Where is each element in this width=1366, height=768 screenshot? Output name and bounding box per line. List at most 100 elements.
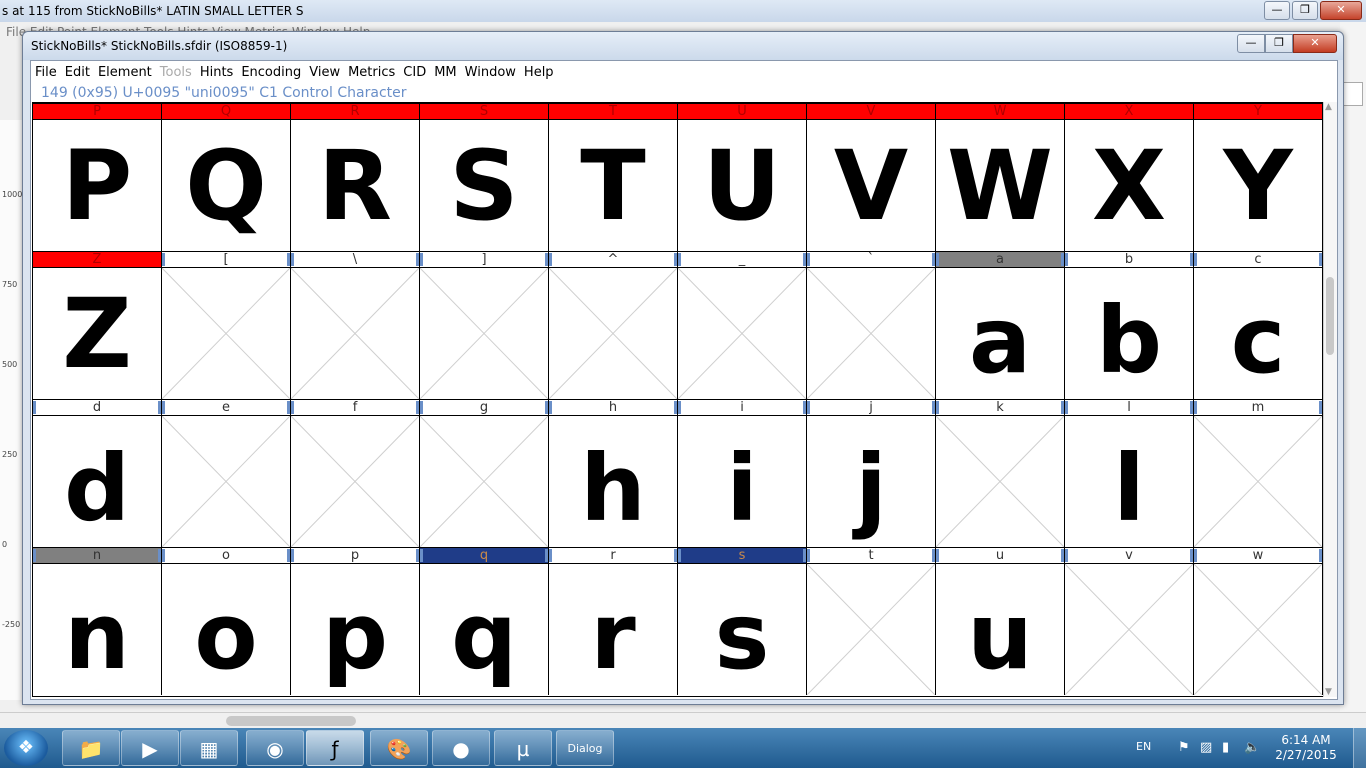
glyph-cell[interactable]: qq — [420, 547, 549, 695]
glyph-cell[interactable]: RR — [291, 103, 420, 251]
menu-hints[interactable]: Hints — [196, 61, 238, 85]
glyph-cell[interactable]: e — [162, 399, 291, 547]
glyph-preview: q — [451, 583, 517, 690]
glyph-cell[interactable]: f — [291, 399, 420, 547]
glyph-label: n — [33, 547, 161, 564]
minimize-button[interactable]: — — [1237, 34, 1265, 53]
menu-window[interactable]: Window — [461, 61, 520, 85]
glyph-cell[interactable]: k — [936, 399, 1065, 547]
glyph-cell[interactable]: nn — [33, 547, 162, 695]
font-view-window: StickNoBills* StickNoBills.sfdir (ISO885… — [22, 31, 1344, 705]
network-icon[interactable]: ▨ — [1200, 740, 1212, 755]
close-button[interactable]: ✕ — [1293, 34, 1337, 53]
glyph-preview: n — [64, 583, 130, 690]
menu-bar: File Edit Element Tools Hints Encoding V… — [31, 61, 1337, 85]
glyph-label: \ — [291, 251, 419, 268]
paint-icon[interactable]: 🎨 — [370, 730, 428, 766]
clock[interactable]: 6:14 AM 2/27/2015 — [1266, 733, 1346, 763]
glyph-cell[interactable]: PP — [33, 103, 162, 251]
vertical-scrollbar[interactable]: ▲ ▼ — [1323, 102, 1337, 697]
minimize-button[interactable]: — — [1264, 1, 1290, 20]
font-window-titlebar[interactable]: StickNoBills* StickNoBills.sfdir (ISO885… — [23, 32, 1343, 60]
menu-element[interactable]: Element — [94, 61, 156, 85]
glyph-cell[interactable]: ^ — [549, 251, 678, 399]
scroll-down-arrow[interactable]: ▼ — [1325, 687, 1332, 697]
menu-cid[interactable]: CID — [399, 61, 430, 85]
glyph-preview: u — [967, 583, 1033, 690]
glyph-cell[interactable]: dd — [33, 399, 162, 547]
glyph-cell[interactable]: _ — [678, 251, 807, 399]
menu-encoding[interactable]: Encoding — [237, 61, 305, 85]
battery-icon[interactable]: ▮ — [1222, 740, 1229, 755]
horizontal-scroll-thumb[interactable] — [226, 716, 356, 726]
start-button[interactable]: ❖ — [4, 730, 48, 766]
volume-icon[interactable]: 🔈 — [1244, 740, 1260, 755]
glyph-cell[interactable]: cc — [1194, 251, 1323, 399]
scroll-right-arrow[interactable] — [1343, 82, 1363, 106]
dialog-icon[interactable]: Dialog — [556, 730, 614, 766]
glyph-preview: W — [947, 129, 1053, 242]
maximize-button[interactable]: ❐ — [1265, 34, 1293, 53]
glyph-cell[interactable]: uu — [936, 547, 1065, 695]
glyph-cell[interactable]: oo — [162, 547, 291, 695]
show-desktop-button[interactable] — [1353, 728, 1366, 768]
glyph-preview: p — [322, 583, 388, 690]
glyph-cell[interactable]: WW — [936, 103, 1065, 251]
glyph-label: [ — [162, 251, 290, 268]
ruler-label: -250 — [2, 620, 21, 629]
menu-edit[interactable]: Edit — [61, 61, 94, 85]
glyph-cell[interactable]: \ — [291, 251, 420, 399]
glyph-cell[interactable]: SS — [420, 103, 549, 251]
glyph-label: k — [936, 399, 1064, 416]
menu-metrics[interactable]: Metrics — [344, 61, 399, 85]
glyph-cell[interactable]: ] — [420, 251, 549, 399]
glyph-cell[interactable]: ZZ — [33, 251, 162, 399]
glyph-cell[interactable]: hh — [549, 399, 678, 547]
glyph-cell[interactable]: YY — [1194, 103, 1323, 251]
glyph-label: v — [1065, 547, 1193, 564]
glyph-label: R — [291, 103, 419, 120]
glyph-cell[interactable]: bb — [1065, 251, 1194, 399]
glyph-cell[interactable]: [ — [162, 251, 291, 399]
file-explorer-icon[interactable]: 📁 — [62, 730, 120, 766]
glyph-cell[interactable]: VV — [807, 103, 936, 251]
cat-app-icon[interactable]: ● — [432, 730, 490, 766]
flag-icon[interactable]: ⚑ — [1178, 740, 1190, 755]
chrome-icon[interactable]: ◉ — [246, 730, 304, 766]
glyph-cell[interactable]: ss — [678, 547, 807, 695]
menu-file[interactable]: File — [31, 61, 61, 85]
glyph-cell[interactable]: pp — [291, 547, 420, 695]
close-button[interactable]: ✕ — [1320, 1, 1362, 20]
menu-view[interactable]: View — [305, 61, 344, 85]
glyph-cell[interactable]: aa — [936, 251, 1065, 399]
utorrent-icon[interactable]: µ — [494, 730, 552, 766]
glyph-preview: X — [1091, 129, 1166, 242]
glyph-cell[interactable]: TT — [549, 103, 678, 251]
glyph-cell[interactable]: jj — [807, 399, 936, 547]
maximize-button[interactable]: ❐ — [1292, 1, 1318, 20]
glyph-cell[interactable]: g — [420, 399, 549, 547]
glyph-cell[interactable]: QQ — [162, 103, 291, 251]
glyph-cell[interactable]: m — [1194, 399, 1323, 547]
media-player-icon[interactable]: ▶ — [121, 730, 179, 766]
horizontal-scrollbar[interactable] — [0, 712, 1366, 729]
background-window-titlebar[interactable]: s at 115 from StickNoBills* LATIN SMALL … — [0, 0, 1366, 22]
glyph-label: m — [1194, 399, 1322, 416]
menu-mm[interactable]: MM — [430, 61, 460, 85]
glyph-cell[interactable]: rr — [549, 547, 678, 695]
glyph-cell[interactable]: ` — [807, 251, 936, 399]
ruler-label: 1000 — [2, 190, 23, 199]
app-grid-icon[interactable]: ▦ — [180, 730, 238, 766]
fontforge-icon[interactable]: ƒ — [306, 730, 364, 766]
glyph-cell[interactable]: UU — [678, 103, 807, 251]
vertical-scroll-thumb[interactable] — [1326, 277, 1334, 355]
glyph-cell[interactable]: ll — [1065, 399, 1194, 547]
scroll-up-arrow[interactable]: ▲ — [1325, 102, 1332, 112]
glyph-cell[interactable]: ii — [678, 399, 807, 547]
menu-help[interactable]: Help — [520, 61, 558, 85]
glyph-cell[interactable]: t — [807, 547, 936, 695]
language-indicator[interactable]: EN — [1136, 740, 1151, 753]
glyph-cell[interactable]: v — [1065, 547, 1194, 695]
glyph-cell[interactable]: w — [1194, 547, 1323, 695]
glyph-cell[interactable]: XX — [1065, 103, 1194, 251]
